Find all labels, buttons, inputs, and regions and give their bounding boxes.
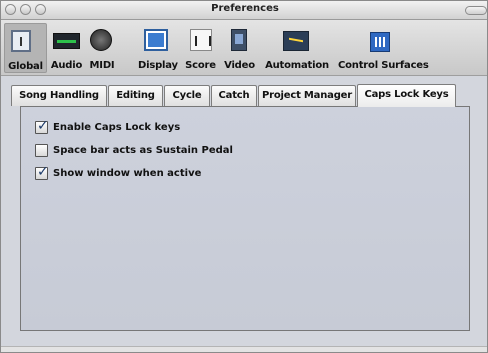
caps-lock-keys-panel: ✓ Enable Caps Lock keys Space bar acts a…: [20, 106, 470, 331]
tab-editing[interactable]: Editing: [108, 85, 163, 106]
space-bar-sustain-pedal-option[interactable]: Space bar acts as Sustain Pedal: [35, 144, 235, 158]
toolbar-item-automation[interactable]: Automation: [263, 23, 331, 73]
toolbar-item-global[interactable]: Global: [4, 23, 47, 73]
checkmark-icon: ✓: [37, 118, 49, 134]
toolbar-item-label: Audio: [50, 60, 83, 71]
tab-song-handling[interactable]: Song Handling: [11, 85, 107, 106]
global-icon: [11, 30, 31, 52]
toolbar-item-label: Automation: [265, 60, 329, 71]
toolbar-item-label: Display: [138, 60, 178, 71]
automation-icon: [283, 31, 309, 51]
toolbar-item-label: Global: [8, 61, 43, 72]
preferences-toolbar: Global Audio MIDI Display Score Video Au…: [1, 20, 487, 76]
toolbar-toggle-button[interactable]: [465, 6, 487, 15]
window-title: Preferences: [211, 3, 279, 14]
tab-catch[interactable]: Catch: [211, 85, 257, 106]
toolbar-item-score[interactable]: Score: [184, 23, 217, 73]
show-window-when-active-option[interactable]: ✓ Show window when active: [35, 164, 215, 181]
toolbar-item-midi[interactable]: MIDI: [87, 23, 117, 73]
option-label: Space bar acts as Sustain Pedal: [53, 145, 233, 156]
preferences-window: Preferences Global Audio MIDI Display Sc…: [0, 0, 488, 353]
toolbar-item-audio[interactable]: Audio: [49, 23, 84, 73]
toolbar-item-label: Video: [224, 60, 255, 71]
tab-caps-lock-keys[interactable]: Caps Lock Keys: [357, 84, 456, 107]
midi-icon: [90, 29, 112, 51]
space-bar-sustain-pedal-checkbox[interactable]: [35, 144, 48, 157]
window-bottom-bar: [1, 346, 487, 352]
control-surfaces-icon: [370, 32, 390, 52]
enable-caps-lock-keys-checkbox[interactable]: ✓: [35, 118, 49, 134]
show-window-when-active-checkbox[interactable]: ✓: [35, 164, 49, 180]
title-bar: Preferences: [1, 1, 487, 20]
display-icon: [144, 29, 168, 51]
toolbar-item-control-surfaces[interactable]: Control Surfaces: [338, 23, 429, 73]
toolbar-item-video[interactable]: Video: [223, 23, 256, 73]
option-label: Enable Caps Lock keys: [53, 122, 181, 133]
toolbar-item-label: Control Surfaces: [338, 60, 429, 71]
enable-caps-lock-keys-option[interactable]: ✓ Enable Caps Lock keys: [35, 118, 195, 135]
checkmark-icon: ✓: [37, 164, 49, 180]
score-icon: [190, 29, 212, 51]
tab-cycle[interactable]: Cycle: [164, 85, 210, 106]
audio-icon: [53, 33, 80, 49]
video-icon: [231, 29, 247, 51]
tab-project-manager[interactable]: Project Manager: [258, 85, 356, 106]
option-label: Show window when active: [53, 168, 202, 179]
toolbar-item-label: MIDI: [89, 60, 115, 71]
toolbar-item-label: Score: [185, 60, 216, 71]
toolbar-item-display[interactable]: Display: [138, 23, 178, 73]
